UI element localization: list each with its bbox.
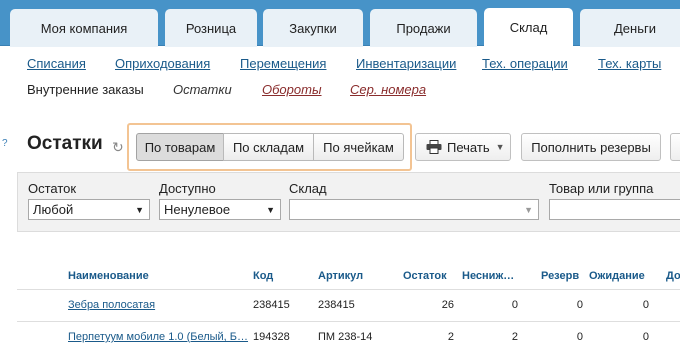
available-select[interactable]: Ненулевое ▼ [159,199,281,220]
subnav-write-offs[interactable]: Списания [27,56,86,71]
tab-sales[interactable]: Продажи [370,9,477,47]
refresh-icon[interactable]: ↻ [112,139,124,156]
product-non-reducible: 2 [511,331,518,343]
page-title: Остатки [27,133,103,154]
tab-purchases[interactable]: Закупки [263,9,363,47]
subnav: Списания Оприходования Перемещения Инвен… [0,47,680,109]
printer-icon [426,140,442,154]
subnav-inventories[interactable]: Инвентаризации [356,56,456,71]
balance-select-value: Любой [33,202,74,217]
column-header-non-reducible[interactable]: Несниж… [462,270,514,282]
tab-retail[interactable]: Розница [165,9,257,47]
tab-money[interactable]: Деньги [580,9,680,47]
subnav-tech-cards[interactable]: Тех. карты [598,56,661,71]
balance-select[interactable]: Любой ▼ [28,199,150,220]
column-header-reserve[interactable]: Резерв [541,270,579,282]
tab-label: Розница [185,20,237,36]
chevron-down-icon: ▼ [266,205,275,215]
chevron-down-icon: ▼ [135,205,144,215]
product-expected: 0 [642,299,649,311]
tab-label: Закупки [289,20,337,36]
balance-filter-label: Остаток [28,181,77,196]
column-header-expected[interactable]: Ожидание [589,270,645,282]
tab-label: Моя компания [40,20,128,36]
divider [17,289,680,290]
tab-label: Деньги [614,20,656,36]
segment-label: По товарам [144,139,216,155]
column-header-code[interactable]: Код [253,270,273,282]
chevron-down-icon: ▼ [495,142,505,152]
chevron-down-icon: ▼ [524,205,533,215]
subnav-serial-numbers[interactable]: Сер. номера [350,82,426,97]
help-icon[interactable]: ? [2,138,8,149]
warehouse-select[interactable]: ▼ [289,199,539,220]
product-name-link[interactable]: Зебра полосатая [68,299,155,311]
available-select-value: Ненулевое [164,202,231,217]
subnav-turnover[interactable]: Обороты [262,82,322,97]
warehouse-filter-label: Склад [289,181,327,196]
product-code: 194328 [253,331,290,343]
product-balance: 2 [447,331,454,343]
product-reserve: 0 [576,299,583,311]
replenish-label: Пополнить резервы [531,139,651,155]
subnav-transfers[interactable]: Перемещения [240,56,326,71]
replenish-reserves-button[interactable]: Пополнить резервы [521,133,661,161]
product-filter-label: Товар или группа [549,181,654,196]
column-header-name[interactable]: Наименование [68,270,149,282]
product-code: 238415 [253,299,290,311]
subnav-receipts[interactable]: Оприходования [115,56,210,71]
print-label: Печать [447,139,490,155]
tab-my-company[interactable]: Моя компания [10,9,158,47]
product-input[interactable] [549,199,680,220]
segment-label: По складам [232,139,305,155]
more-button[interactable] [670,133,680,161]
tab-label: Склад [509,20,548,35]
segment-label: По ячейкам [323,139,394,155]
available-filter-label: Доступно [159,181,216,196]
column-header-balance[interactable]: Остаток [403,270,447,282]
view-by-cells-button[interactable]: По ячейкам [313,133,404,161]
view-by-products-button[interactable]: По товарам [136,133,224,161]
product-balance: 26 [441,299,454,311]
print-button[interactable]: Печать ▼ [415,133,511,161]
filter-panel: Остаток Любой ▼ Доступно Ненулевое ▼ Скл… [17,172,680,232]
column-header-article[interactable]: Артикул [318,270,363,282]
tab-warehouse[interactable]: Склад [484,8,573,47]
product-expected: 0 [642,331,649,343]
subnav-internal-orders[interactable]: Внутренние заказы [27,82,144,97]
product-article: 238415 [318,299,355,311]
product-article: ПМ 238-14 [318,331,373,343]
divider [17,321,680,322]
tab-label: Продажи [396,20,451,36]
product-reserve: 0 [576,331,583,343]
top-nav-bar: Моя компания Розница Закупки Продажи Скл… [0,0,680,47]
column-header-available[interactable]: До [666,270,680,282]
product-name-link[interactable]: Перпетуум мобиле 1.0 (Белый, Б… [68,331,248,343]
subnav-tech-operations[interactable]: Тех. операции [482,56,568,71]
view-by-warehouses-button[interactable]: По складам [223,133,314,161]
subnav-stock-current: Остатки [173,82,232,97]
product-non-reducible: 0 [511,299,518,311]
